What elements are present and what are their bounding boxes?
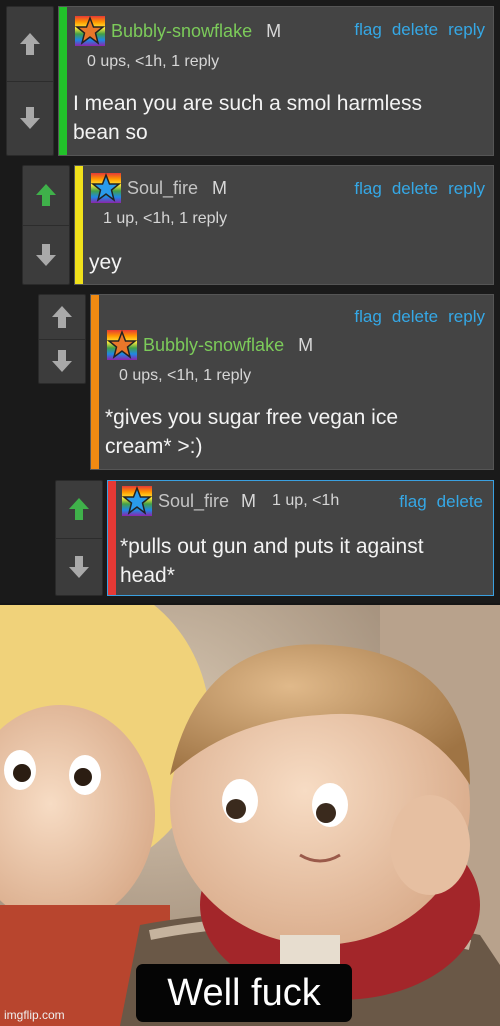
up-arrow-icon [52,305,72,328]
downvote-button[interactable] [23,226,69,285]
down-arrow-icon [52,350,72,373]
star-icon [91,173,121,202]
comment-box: flag delete reply Bubbly-snowflake M 0 ups… [90,294,494,470]
comment-meta: 0 ups, <1h, 1 reply [119,367,252,384]
down-arrow-icon [36,243,56,266]
username-link[interactable]: Bubbly-snowflake [143,335,284,356]
comment-text: *pulls out gun and puts it against head* [120,535,424,587]
up-arrow-icon [20,32,40,55]
downvote-button[interactable] [56,539,102,596]
star-icon [107,330,137,359]
comment-box: Soul_fire M 1 up, <1h flag delete *pulls … [107,480,494,596]
comment-box: Soul_fire M flag delete reply 1 up, <1h, 1… [74,165,494,285]
comment-meta: 1 up, <1h, 1 reply [103,210,228,227]
down-arrow-icon [69,555,89,578]
delete-link[interactable]: delete [392,20,438,39]
gender-label: M [298,334,314,355]
delete-link[interactable]: delete [392,179,438,198]
comment-4: Soul_fire M 1 up, <1h flag delete *pulls … [55,480,494,596]
thread-color-bar [59,7,67,155]
comment-2: Soul_fire M flag delete reply 1 up, <1h, 1… [22,165,494,285]
imgflip-watermark: imgflip.com [4,1008,65,1022]
meme-caption: Well fuck [136,964,352,1022]
delete-link[interactable]: delete [437,492,483,511]
delete-link[interactable]: delete [392,307,438,326]
username-link[interactable]: Soul_fire [127,178,198,199]
thread-color-bar [75,166,83,284]
comment-1: Bubbly-snowflake M flag delete reply 0 ups… [6,6,494,156]
vote-column [6,6,54,156]
comment-thread: Bubbly-snowflake M flag delete reply 0 ups… [0,0,500,603]
gender-label: M [212,177,228,198]
comment-text: I mean you are such a smol harmless bean… [73,92,422,144]
comment-box: Bubbly-snowflake M flag delete reply 0 ups… [58,6,494,156]
comment-meta: 1 up, <1h [272,492,340,509]
avatar[interactable] [122,486,152,516]
comment-3: flag delete reply Bubbly-snowflake M 0 ups… [38,294,494,470]
gender-label: M [266,20,282,41]
gender-label: M [241,490,257,511]
avatar[interactable] [91,173,121,203]
reaction-meme-image [0,605,500,1026]
cartoon-kids-illustration [0,605,500,1026]
username-link[interactable]: Soul_fire [158,491,229,512]
upvote-button[interactable] [56,481,102,539]
flag-link[interactable]: flag [354,20,381,39]
star-icon [122,486,152,515]
reply-link[interactable]: reply [448,307,485,326]
comment-text: yey [89,251,122,274]
upvote-button[interactable] [39,295,85,340]
flag-link[interactable]: flag [354,307,381,326]
upvote-button[interactable] [23,166,69,226]
up-arrow-icon [69,498,89,521]
reply-link[interactable]: reply [448,20,485,39]
reply-link[interactable]: reply [448,179,485,198]
flag-link[interactable]: flag [399,492,426,511]
comment-meta: 0 ups, <1h, 1 reply [87,53,220,70]
downvote-button[interactable] [7,82,53,156]
thread-color-bar [91,295,99,469]
avatar[interactable] [107,330,137,360]
comment-text: *gives you sugar free vegan ice cream* >… [105,406,399,458]
username-link[interactable]: Bubbly-snowflake [111,21,252,42]
thread-color-bar [108,481,116,595]
downvote-button[interactable] [39,340,85,384]
vote-column [55,480,103,596]
upvote-button[interactable] [7,7,53,82]
down-arrow-icon [20,107,40,130]
flag-link[interactable]: flag [354,179,381,198]
avatar[interactable] [75,16,105,46]
up-arrow-icon [36,184,56,207]
vote-column [38,294,86,384]
vote-column [22,165,70,285]
star-icon [75,16,105,45]
